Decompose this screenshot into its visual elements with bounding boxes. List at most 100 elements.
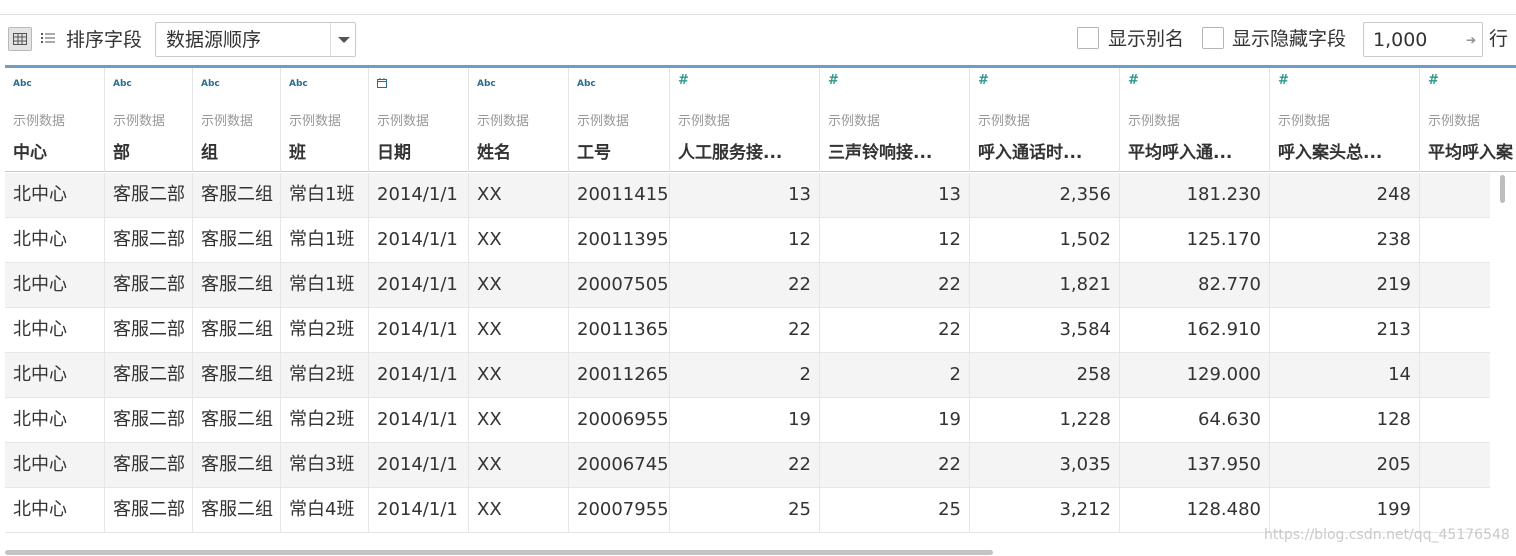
table-row[interactable]: 北中心 客服二部 客服二组 常白2班 2014/1/1 XX 20006955 19 19 1,2… (5, 398, 1490, 443)
table-cell[interactable]: 25 (820, 488, 970, 532)
table-cell[interactable]: 248 (1270, 173, 1420, 217)
table-cell[interactable] (1420, 173, 1490, 217)
table-cell[interactable]: 客服二部 (105, 488, 193, 532)
string-type-icon[interactable]: Abc (577, 78, 596, 90)
table-cell[interactable]: 北中心 (5, 173, 105, 217)
table-cell[interactable]: XX (469, 398, 569, 442)
table-cell[interactable]: 13 (820, 173, 970, 217)
table-cell[interactable]: 客服二部 (105, 308, 193, 352)
table-cell[interactable]: 北中心 (5, 263, 105, 307)
table-cell[interactable]: 20006745 (569, 443, 670, 487)
table-cell[interactable] (1420, 488, 1490, 532)
table-cell[interactable]: 客服二组 (193, 398, 281, 442)
table-cell[interactable]: 2014/1/1 (369, 173, 469, 217)
table-cell[interactable]: 20011395 (569, 218, 670, 262)
table-cell[interactable]: 2 (820, 353, 970, 397)
table-cell[interactable]: 19 (670, 398, 820, 442)
table-cell[interactable]: 北中心 (5, 218, 105, 262)
show-hidden-checkbox[interactable] (1202, 27, 1224, 49)
table-cell[interactable]: XX (469, 308, 569, 352)
grid-view-icon[interactable] (8, 27, 32, 51)
table-cell[interactable]: 1,502 (970, 218, 1120, 262)
table-cell[interactable]: 2014/1/1 (369, 443, 469, 487)
table-cell[interactable]: 2014/1/1 (369, 218, 469, 262)
table-cell[interactable]: 219 (1270, 263, 1420, 307)
column-header[interactable]: # 示例数据 呼入案头总... (1270, 68, 1420, 172)
table-cell[interactable]: 常白2班 (281, 308, 369, 352)
string-type-icon[interactable]: Abc (13, 78, 32, 90)
table-cell[interactable]: 128.480 (1120, 488, 1270, 532)
table-cell[interactable] (1420, 443, 1490, 487)
table-cell[interactable]: 常白1班 (281, 173, 369, 217)
table-cell[interactable]: 181.230 (1120, 173, 1270, 217)
table-cell[interactable]: 22 (820, 263, 970, 307)
table-cell[interactable]: 1,821 (970, 263, 1120, 307)
table-cell[interactable]: 22 (670, 308, 820, 352)
table-cell[interactable]: 162.910 (1120, 308, 1270, 352)
table-cell[interactable]: 3,584 (970, 308, 1120, 352)
table-cell[interactable]: 常白2班 (281, 398, 369, 442)
table-cell[interactable]: 常白1班 (281, 263, 369, 307)
column-header[interactable]: 示例数据 日期 (369, 68, 469, 172)
table-cell[interactable]: 客服二组 (193, 218, 281, 262)
table-cell[interactable]: 238 (1270, 218, 1420, 262)
string-type-icon[interactable]: Abc (477, 78, 496, 90)
table-cell[interactable]: 2014/1/1 (369, 398, 469, 442)
table-cell[interactable]: 12 (670, 218, 820, 262)
column-header[interactable]: # 示例数据 呼入通话时... (970, 68, 1120, 172)
table-cell[interactable]: 22 (670, 263, 820, 307)
column-header[interactable]: # 示例数据 人工服务接... (670, 68, 820, 172)
table-cell[interactable]: 20011265 (569, 353, 670, 397)
table-cell[interactable]: 64.630 (1120, 398, 1270, 442)
calendar-icon[interactable] (377, 78, 387, 92)
table-row[interactable]: 北中心 客服二部 客服二组 常白1班 2014/1/1 XX 20011395 12 12 1,5… (5, 218, 1490, 263)
arrow-right-icon[interactable]: ➔ (1466, 33, 1476, 47)
table-cell[interactable]: 1,228 (970, 398, 1120, 442)
column-header[interactable]: # 示例数据 平均呼入案 (1420, 68, 1516, 172)
table-cell[interactable]: 129.000 (1120, 353, 1270, 397)
table-cell[interactable]: 14 (1270, 353, 1420, 397)
number-type-icon[interactable]: # (978, 74, 989, 87)
table-cell[interactable]: 2 (670, 353, 820, 397)
table-cell[interactable]: 客服二组 (193, 173, 281, 217)
string-type-icon[interactable]: Abc (113, 78, 132, 90)
string-type-icon[interactable]: Abc (289, 78, 308, 90)
table-cell[interactable]: 2014/1/1 (369, 263, 469, 307)
table-cell[interactable] (1420, 308, 1490, 352)
table-cell[interactable]: 13 (670, 173, 820, 217)
table-cell[interactable]: 客服二组 (193, 443, 281, 487)
table-cell[interactable]: 19 (820, 398, 970, 442)
table-cell[interactable]: 82.770 (1120, 263, 1270, 307)
table-cell[interactable]: 12 (820, 218, 970, 262)
column-header[interactable]: Abc 示例数据 中心 (5, 68, 105, 172)
table-cell[interactable]: 20007955 (569, 488, 670, 532)
table-cell[interactable]: 22 (670, 443, 820, 487)
table-cell[interactable]: 3,212 (970, 488, 1120, 532)
table-cell[interactable]: 2014/1/1 (369, 353, 469, 397)
number-type-icon[interactable]: # (678, 74, 689, 87)
table-cell[interactable]: 北中心 (5, 308, 105, 352)
table-cell[interactable]: 20011365 (569, 308, 670, 352)
table-cell[interactable]: 258 (970, 353, 1120, 397)
table-cell[interactable]: 北中心 (5, 443, 105, 487)
number-type-icon[interactable]: # (1278, 74, 1289, 87)
table-cell[interactable]: 客服二部 (105, 443, 193, 487)
table-cell[interactable]: 常白4班 (281, 488, 369, 532)
list-view-icon[interactable] (37, 27, 59, 51)
table-cell[interactable]: 20006955 (569, 398, 670, 442)
table-cell[interactable]: 客服二部 (105, 353, 193, 397)
table-cell[interactable]: 20007505 (569, 263, 670, 307)
column-header[interactable]: Abc 示例数据部 (105, 68, 193, 172)
table-cell[interactable]: 常白2班 (281, 353, 369, 397)
table-cell[interactable]: 20011415 (569, 173, 670, 217)
table-cell[interactable]: XX (469, 353, 569, 397)
table-cell[interactable]: 2014/1/1 (369, 488, 469, 532)
table-cell[interactable]: XX (469, 173, 569, 217)
column-header[interactable]: Abc 示例数据 工号 (569, 68, 670, 172)
table-cell[interactable]: 客服二组 (193, 488, 281, 532)
table-cell[interactable] (1420, 263, 1490, 307)
table-cell[interactable]: 22 (820, 308, 970, 352)
number-type-icon[interactable]: # (1128, 74, 1139, 87)
table-cell[interactable]: 213 (1270, 308, 1420, 352)
table-row[interactable]: 北中心 客服二部 客服二组 常白2班 2014/1/1 XX 20011265 2 2 258 12… (5, 353, 1490, 398)
